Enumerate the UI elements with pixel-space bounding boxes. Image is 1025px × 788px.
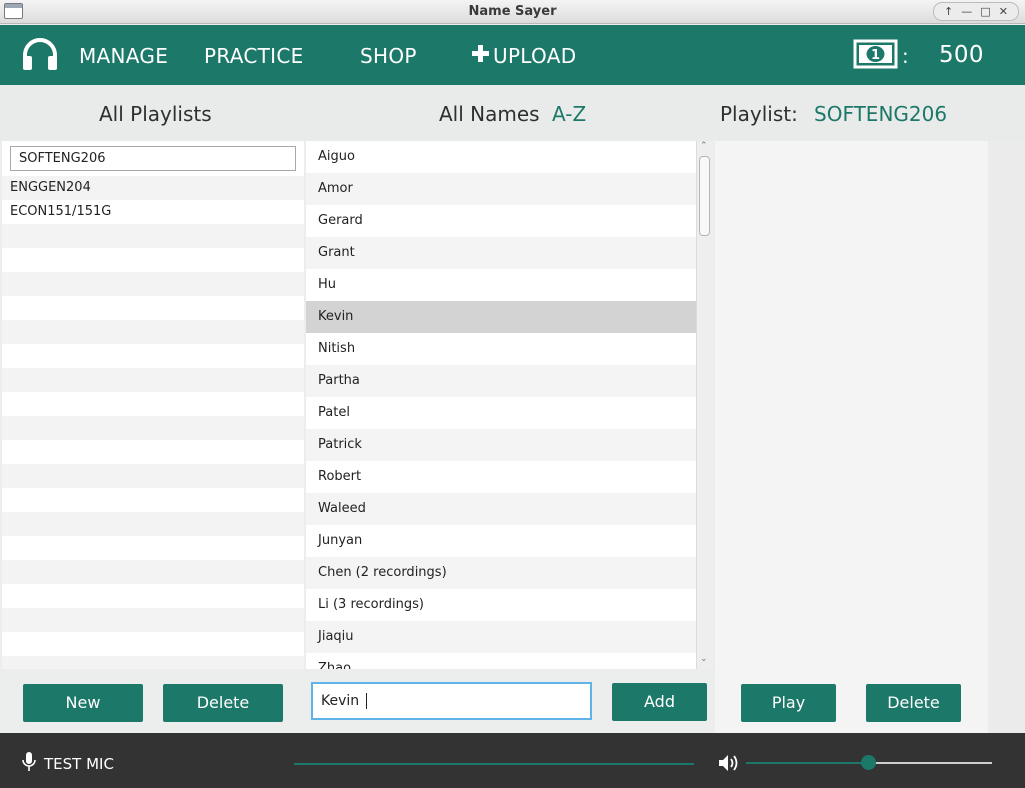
playlist-row[interactable]: ECON151/151G <box>2 200 304 224</box>
window-close-icon[interactable]: ✕ <box>999 5 1008 18</box>
name-input-value: Kevin <box>321 693 364 709</box>
scroll-down-icon[interactable]: ⌄ <box>700 654 708 664</box>
headphones-icon[interactable] <box>21 37 59 71</box>
bottom-bar: TEST MIC <box>0 733 1025 788</box>
window-titlebar: Name Sayer ↑ — □ ✕ <box>0 0 1025 24</box>
top-navigation: MANAGE PRACTICE SHOP UPLOAD 1 : 500 <box>0 25 1025 85</box>
speaker-icon <box>719 755 738 771</box>
name-row[interactable]: Gerard <box>306 205 696 237</box>
playlist-row <box>2 536 304 560</box>
name-row[interactable]: Chen (2 recordings) <box>306 557 696 589</box>
window-controls: ↑ — □ ✕ <box>933 2 1019 21</box>
playlist-rows: ENGGEN204 ECON151/151G <box>2 176 304 669</box>
playlist-row <box>2 416 304 440</box>
name-row[interactable]: Waleed <box>306 493 696 525</box>
current-playlist-name: SOFTENG206 <box>814 102 948 126</box>
name-row[interactable]: Kevin <box>306 301 696 333</box>
names-list: Aiguo Amor Gerard Grant Hu Kevin Nitish Partha P… <box>306 141 696 669</box>
text-caret <box>365 693 367 709</box>
sort-toggle[interactable]: A-Z <box>552 102 586 126</box>
playlist-row <box>2 512 304 536</box>
name-row[interactable]: Grant <box>306 237 696 269</box>
name-rows: Aiguo Amor Gerard Grant Hu Kevin Nitish Partha P… <box>306 141 696 669</box>
playlist-row <box>2 296 304 320</box>
name-row[interactable]: Jiaqiu <box>306 621 696 653</box>
playlist-row[interactable]: ENGGEN204 <box>2 176 304 200</box>
name-row[interactable]: Aiguo <box>306 141 696 173</box>
playlist-row <box>2 224 304 248</box>
all-playlists-heading: All Playlists <box>99 102 212 126</box>
playlist-row <box>2 488 304 512</box>
nav-upload[interactable]: UPLOAD <box>493 44 576 68</box>
name-row[interactable]: Nitish <box>306 333 696 365</box>
delete-name-button[interactable]: Delete <box>866 684 961 722</box>
window-up-icon[interactable]: ↑ <box>944 5 953 18</box>
name-row[interactable]: Zhao <box>306 653 696 669</box>
microphone-icon[interactable] <box>22 752 36 772</box>
playlist-row <box>2 248 304 272</box>
nav-manage[interactable]: MANAGE <box>79 44 168 68</box>
name-row[interactable]: Robert <box>306 461 696 493</box>
scroll-up-icon[interactable]: ⌃ <box>700 141 708 151</box>
name-row[interactable]: Patel <box>306 397 696 429</box>
play-button[interactable]: Play <box>741 684 836 722</box>
playlists-list: ENGGEN204 ECON151/151G SOFTENG206 <box>2 141 304 669</box>
playlist-row <box>2 584 304 608</box>
playlist-row <box>2 344 304 368</box>
playlist-row <box>2 464 304 488</box>
playlist-label: Playlist: <box>720 102 798 126</box>
window-title: Name Sayer <box>468 4 557 19</box>
playlist-row <box>2 272 304 296</box>
column-headers: All Playlists All Names A-Z Playlist: SO… <box>0 85 1025 141</box>
playlist-row <box>2 368 304 392</box>
mic-level-meter <box>294 763 694 765</box>
add-name-button[interactable]: Add <box>612 683 707 721</box>
playlist-row <box>2 656 304 669</box>
name-row[interactable]: Hu <box>306 269 696 301</box>
playlist-row <box>2 608 304 632</box>
playlist-row <box>2 440 304 464</box>
scrollbar-thumb[interactable] <box>699 156 710 236</box>
plus-icon[interactable] <box>472 45 489 62</box>
playlist-row <box>2 392 304 416</box>
currency-separator: : <box>902 44 910 68</box>
right-panel-edge <box>988 141 1025 733</box>
name-search-input[interactable]: Kevin <box>311 682 592 720</box>
window-minimize-icon[interactable]: — <box>961 5 972 18</box>
volume-slider-fill <box>746 762 868 764</box>
svg-text:1: 1 <box>871 48 880 63</box>
test-mic-button[interactable]: TEST MIC <box>44 755 114 773</box>
nav-shop[interactable]: SHOP <box>360 44 417 68</box>
banknote-icon: 1 <box>853 39 898 69</box>
all-names-heading: All Names <box>439 102 540 126</box>
playlist-row <box>2 560 304 584</box>
name-row[interactable]: Patrick <box>306 429 696 461</box>
volume-slider-knob[interactable] <box>861 755 876 770</box>
name-row[interactable]: Partha <box>306 365 696 397</box>
currency-balance: 500 <box>939 42 984 68</box>
playlist-name-input[interactable]: SOFTENG206 <box>10 146 296 171</box>
new-playlist-button[interactable]: New <box>23 684 143 722</box>
playlist-row <box>2 632 304 656</box>
playlist-contents <box>715 141 988 733</box>
nav-practice[interactable]: PRACTICE <box>204 44 304 68</box>
names-scrollbar[interactable]: ⌃ ⌄ <box>696 141 713 669</box>
name-row[interactable]: Li (3 recordings) <box>306 589 696 621</box>
playlist-row <box>2 320 304 344</box>
delete-playlist-button[interactable]: Delete <box>163 684 283 722</box>
name-row[interactable]: Junyan <box>306 525 696 557</box>
name-row[interactable]: Amor <box>306 173 696 205</box>
window-maximize-icon[interactable]: □ <box>980 5 990 18</box>
